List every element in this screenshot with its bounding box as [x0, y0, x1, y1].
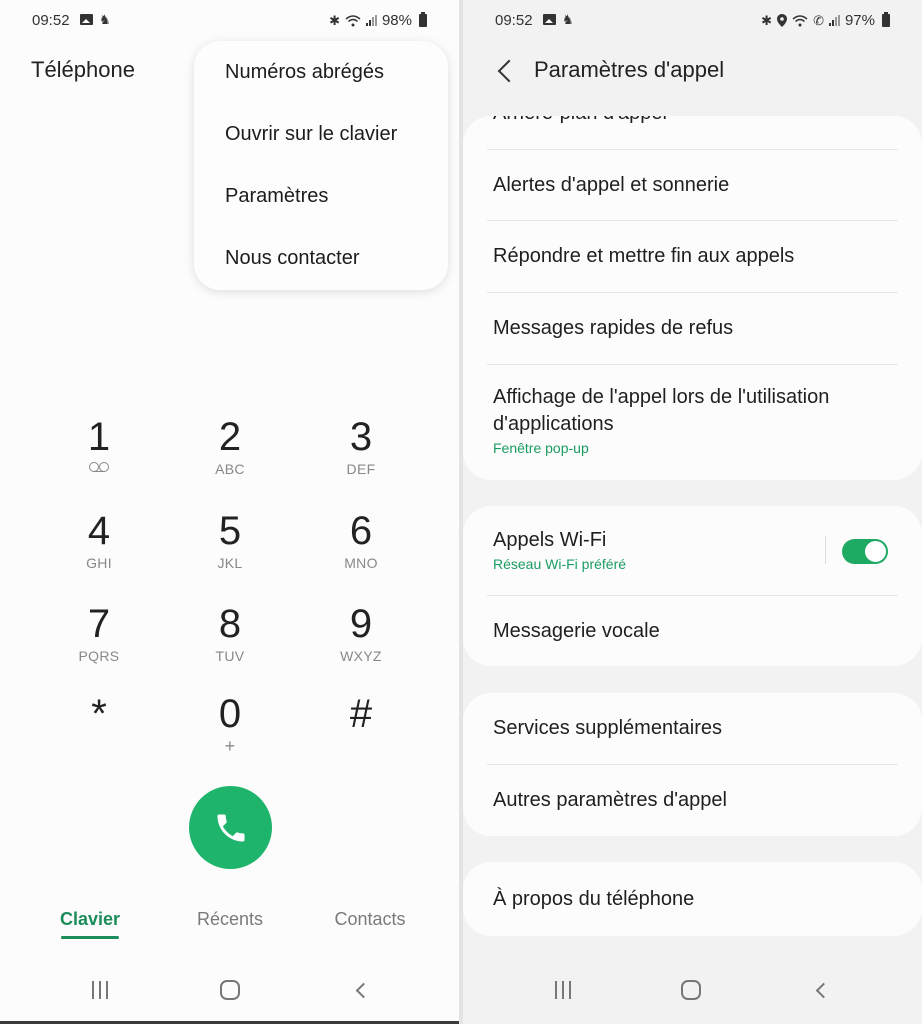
recent-apps-icon [92, 981, 108, 999]
menu-item-contact-us[interactable]: Nous contacter [225, 247, 360, 270]
settings-group-4: À propos du téléphone [463, 862, 922, 936]
home-icon [681, 980, 701, 1000]
divider [487, 595, 898, 596]
back-button[interactable] [496, 59, 512, 83]
setting-wifi-calling[interactable]: Appels Wi-Fi Réseau Wi-Fi préféré [493, 527, 896, 572]
battery-icon [419, 12, 427, 27]
wifi-calling-toggle[interactable] [842, 539, 888, 564]
setting-call-display-in-apps[interactable]: Affichage de l'appel lors de l'utilisati… [493, 384, 896, 456]
key-1[interactable]: 1 [44, 415, 154, 477]
bluetooth-icon: ✱ [761, 13, 773, 28]
key-8[interactable]: 8 TUV [175, 602, 285, 664]
divider [487, 364, 898, 365]
toggle-knob [864, 540, 887, 563]
setting-call-alerts[interactable]: Alertes d'appel et sonnerie [493, 172, 896, 199]
navigation-bar [0, 975, 459, 1005]
home-icon [220, 980, 240, 1000]
bottom-tabs: Clavier Récents Contacts [0, 909, 459, 949]
divider [487, 149, 898, 150]
gallery-icon [80, 14, 93, 25]
recent-apps-button[interactable] [543, 975, 583, 1005]
battery-icon [882, 12, 890, 27]
key-3[interactable]: 3 DEF [306, 415, 416, 477]
signal-icon [828, 15, 840, 26]
key-star[interactable]: * [44, 692, 154, 736]
overflow-menu: Numéros abrégés Ouvrir sur le clavier Pa… [194, 41, 448, 290]
status-bar: 09:52 ♞ ✱ ✆ 97% [463, 10, 922, 32]
phone-dialer-screen: 09:52 ♞ ✱ 98% Téléphone Numéros abrégés … [0, 0, 459, 1024]
battery-percent: 97% [844, 12, 875, 29]
back-icon [355, 982, 371, 998]
key-0[interactable]: 0 + [175, 692, 285, 757]
setting-subtitle: Réseau Wi-Fi préféré [493, 556, 627, 572]
menu-item-settings[interactable]: Paramètres [225, 185, 328, 208]
status-time: 09:52 [495, 12, 533, 29]
wifi-icon [792, 15, 808, 27]
settings-group-3: Services supplémentaires Autres paramètr… [463, 693, 922, 836]
setting-about-phone[interactable]: À propos du téléphone [493, 886, 896, 913]
divider [487, 292, 898, 293]
back-icon [815, 982, 831, 998]
back-button[interactable] [340, 975, 380, 1005]
recent-apps-icon [555, 981, 571, 999]
app-title: Téléphone [31, 57, 135, 82]
tab-keypad[interactable]: Clavier [35, 909, 145, 939]
gallery-icon [543, 14, 556, 25]
divider [487, 220, 898, 221]
wifi-icon [345, 15, 361, 27]
call-settings-screen: 09:52 ♞ ✱ ✆ 97% Paramètres d'appel Arriè… [463, 0, 922, 1024]
key-7[interactable]: 7 PQRS [44, 602, 154, 664]
key-2[interactable]: 2 ABC [175, 415, 285, 477]
signal-icon [365, 15, 377, 26]
toggle-divider [825, 536, 826, 564]
key-9[interactable]: 9 WXYZ [306, 602, 416, 664]
home-button[interactable] [671, 975, 711, 1005]
settings-group-1: Arrière-plan d'appel Alertes d'appel et … [463, 116, 922, 480]
status-time: 09:52 [32, 12, 70, 29]
location-icon [777, 14, 788, 27]
notification-icon: ♞ [562, 12, 574, 27]
page-title: Paramètres d'appel [534, 57, 725, 82]
setting-other-call-settings[interactable]: Autres paramètres d'appel [493, 787, 896, 814]
phone-icon [217, 814, 244, 841]
key-4[interactable]: 4 GHI [44, 509, 154, 571]
setting-subtitle: Fenêtre pop-up [493, 440, 589, 456]
menu-item-speed-dial[interactable]: Numéros abrégés [225, 61, 384, 84]
setting-quick-decline-messages[interactable]: Messages rapides de refus [493, 315, 896, 342]
tab-contacts[interactable]: Contacts [315, 909, 425, 930]
key-6[interactable]: 6 MNO [306, 509, 416, 571]
call-button[interactable] [189, 786, 272, 869]
key-hash[interactable]: # [306, 692, 416, 736]
home-button[interactable] [210, 975, 250, 1005]
status-bar: 09:52 ♞ ✱ 98% [0, 10, 459, 32]
recent-apps-button[interactable] [80, 975, 120, 1005]
back-button[interactable] [800, 975, 840, 1005]
voicemail-icon [88, 462, 110, 472]
active-tab-indicator [61, 936, 119, 939]
notification-icon: ♞ [99, 12, 111, 27]
battery-percent: 98% [381, 12, 412, 29]
navigation-bar [463, 975, 922, 1005]
key-5[interactable]: 5 JKL [175, 509, 285, 571]
setting-voicemail[interactable]: Messagerie vocale [493, 618, 896, 645]
menu-item-open-keypad[interactable]: Ouvrir sur le clavier [225, 123, 397, 146]
settings-group-2: Appels Wi-Fi Réseau Wi-Fi préféré Messag… [463, 506, 922, 666]
setting-call-background[interactable]: Arrière-plan d'appel [493, 116, 896, 127]
bluetooth-icon: ✱ [329, 13, 340, 28]
divider [487, 764, 898, 765]
wifi-calling-icon: ✆ [813, 13, 824, 28]
setting-answer-end-calls[interactable]: Répondre et mettre fin aux appels [493, 243, 896, 270]
tab-recents[interactable]: Récents [175, 909, 285, 930]
setting-supplementary-services[interactable]: Services supplémentaires [493, 715, 896, 742]
